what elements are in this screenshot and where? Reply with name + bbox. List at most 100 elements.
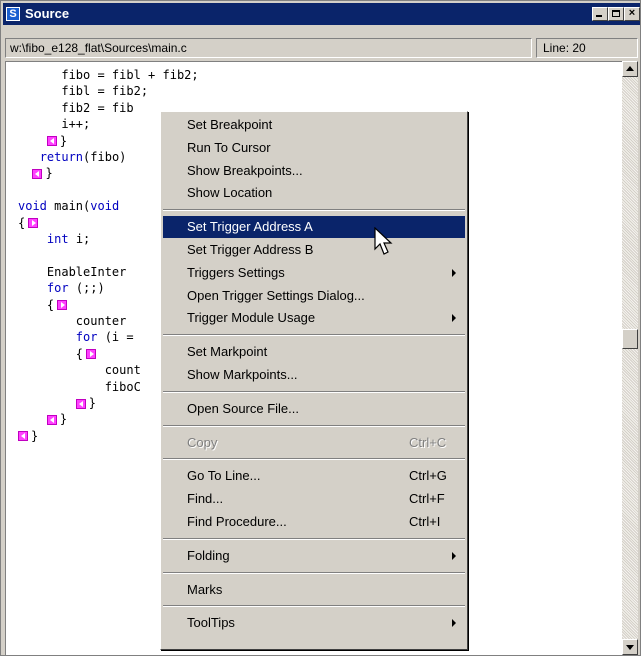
code-line: fib2 = fib — [18, 100, 134, 116]
menu-item-label: Open Trigger Settings Dialog... — [187, 287, 365, 303]
menu-item-label: Go To Line... — [187, 468, 261, 484]
code-text: (i = — [97, 330, 134, 345]
code-line: counter — [18, 313, 127, 329]
code-text: (;;) — [68, 281, 105, 296]
menu-item-run-to-cursor[interactable]: Run To Cursor — [163, 137, 465, 159]
code-keyword: void — [90, 199, 120, 214]
menu-item-folding[interactable]: Folding — [163, 545, 465, 567]
maximize-icon — [612, 10, 620, 17]
menu-item-set-markpoint[interactable]: Set Markpoint — [163, 341, 465, 363]
menu-separator — [163, 390, 465, 393]
code-text: i++; — [18, 117, 91, 132]
scroll-up-button[interactable] — [622, 61, 638, 77]
menu-item-set-trigger-a[interactable]: Set Trigger Address A — [163, 216, 465, 239]
menu-item-label: Trigger Module Usage — [187, 310, 316, 326]
menu-item-go-to-line[interactable]: Go To Line... Ctrl+G — [163, 465, 465, 487]
scroll-down-button[interactable] — [622, 639, 638, 655]
code-text: fibl = fib2; — [18, 84, 149, 99]
code-keyword: return — [39, 150, 84, 164]
fold-close-marker-icon[interactable] — [46, 136, 57, 147]
code-line: } — [18, 428, 38, 444]
code-text: counter — [18, 314, 127, 328]
vertical-scrollbar[interactable] — [622, 61, 638, 655]
menu-separator — [163, 458, 465, 461]
fold-close-marker-icon[interactable] — [32, 168, 43, 179]
menu-item-label: Triggers Settings — [187, 264, 285, 280]
menu-item-label: Show Location — [187, 185, 273, 201]
source-app-icon: S — [6, 7, 20, 21]
menu-item-label: Folding — [187, 547, 230, 563]
code-line: fibo = fibl + fib2; — [18, 67, 198, 83]
menu-separator — [163, 424, 465, 427]
code-keyword: void — [18, 199, 47, 214]
close-button[interactable]: × — [624, 7, 640, 21]
menu-separator — [163, 571, 465, 574]
window-title: Source — [25, 6, 70, 21]
mouse-pointer-icon — [374, 227, 393, 255]
menu-item-label: Show Breakpoints... — [187, 162, 303, 178]
fold-open-marker-icon[interactable] — [28, 218, 39, 229]
code-line: { — [18, 346, 99, 362]
code-text: } — [45, 166, 53, 181]
code-text: main( — [46, 199, 91, 214]
menu-item-copy[interactable]: Copy Ctrl+C — [163, 432, 465, 454]
code-text: fib2 = fib — [18, 100, 134, 115]
menu-item-set-breakpoint[interactable]: Set Breakpoint — [163, 114, 465, 136]
line-number: Line: 20 — [536, 38, 638, 58]
menu-item-label: Set Markpoint — [187, 344, 268, 360]
code-line: { — [18, 297, 70, 313]
menu-item-label: Open Source File... — [187, 400, 299, 416]
maximize-button[interactable] — [608, 7, 624, 21]
code-text: } — [59, 412, 68, 427]
menu-item-shortcut: Ctrl+F — [409, 491, 445, 507]
code-text: } — [31, 428, 39, 443]
menu-separator — [163, 209, 465, 212]
title-bar[interactable]: S Source × — [3, 3, 640, 25]
code-line: } — [18, 133, 67, 149]
menu-item-marks[interactable]: Marks — [163, 579, 465, 601]
code-line: for (i = — [18, 329, 134, 345]
fold-open-marker-icon[interactable] — [86, 349, 97, 360]
code-line: count — [18, 362, 141, 378]
code-line: fibl = fib2; — [18, 83, 148, 99]
submenu-arrow-icon — [452, 551, 456, 560]
code-line: } — [18, 395, 96, 411]
menu-item-trigger-module-usage[interactable]: Trigger Module Usage — [163, 307, 465, 329]
code-keyword: for — [75, 330, 98, 345]
fold-open-marker-icon[interactable] — [57, 300, 68, 311]
code-line: i++; — [18, 116, 90, 132]
code-line: int i; — [18, 231, 90, 247]
fold-close-marker-icon[interactable] — [46, 414, 57, 425]
fold-close-marker-icon[interactable] — [75, 398, 86, 409]
menu-item-show-markpoints[interactable]: Show Markpoints... — [163, 364, 465, 386]
menu-item-label: Run To Cursor — [187, 139, 271, 155]
menu-item-show-location[interactable]: Show Location — [163, 182, 465, 204]
menu-item-label: Set Trigger Address A — [187, 219, 313, 235]
menu-item-label: Find Procedure... — [187, 514, 287, 529]
menu-item-find-procedure[interactable]: Find Procedure... Ctrl+I — [163, 511, 465, 533]
menu-item-triggers-settings[interactable]: Triggers Settings — [163, 262, 465, 284]
menu-item-shortcut: Ctrl+G — [409, 468, 447, 484]
menu-separator — [163, 605, 465, 608]
menu-item-label: Marks — [187, 581, 223, 597]
fold-close-marker-icon[interactable] — [18, 431, 28, 442]
menu-item-label: Set Breakpoint — [187, 117, 273, 132]
menu-item-open-source-file[interactable]: Open Source File... — [163, 398, 465, 420]
close-icon: × — [628, 7, 636, 19]
menu-item-open-trigger-dialog[interactable]: Open Trigger Settings Dialog... — [163, 285, 465, 307]
scroll-thumb[interactable] — [622, 329, 638, 349]
source-status-bar: w:\fibo_e128_flat\Sources\main.c Line: 2… — [5, 38, 638, 58]
submenu-arrow-icon — [452, 619, 456, 628]
menu-item-tooltips[interactable]: ToolTips — [163, 612, 465, 634]
code-text: i; — [68, 232, 91, 246]
code-line: for (;;) — [18, 280, 105, 296]
minimize-button[interactable] — [592, 7, 608, 21]
menu-item-set-trigger-b[interactable]: Set Trigger Address B — [163, 239, 465, 261]
menu-item-find[interactable]: Find... Ctrl+F — [163, 488, 465, 510]
menu-item-shortcut: Ctrl+C — [409, 434, 447, 450]
menu-item-show-breakpoints[interactable]: Show Breakpoints... — [163, 160, 465, 182]
